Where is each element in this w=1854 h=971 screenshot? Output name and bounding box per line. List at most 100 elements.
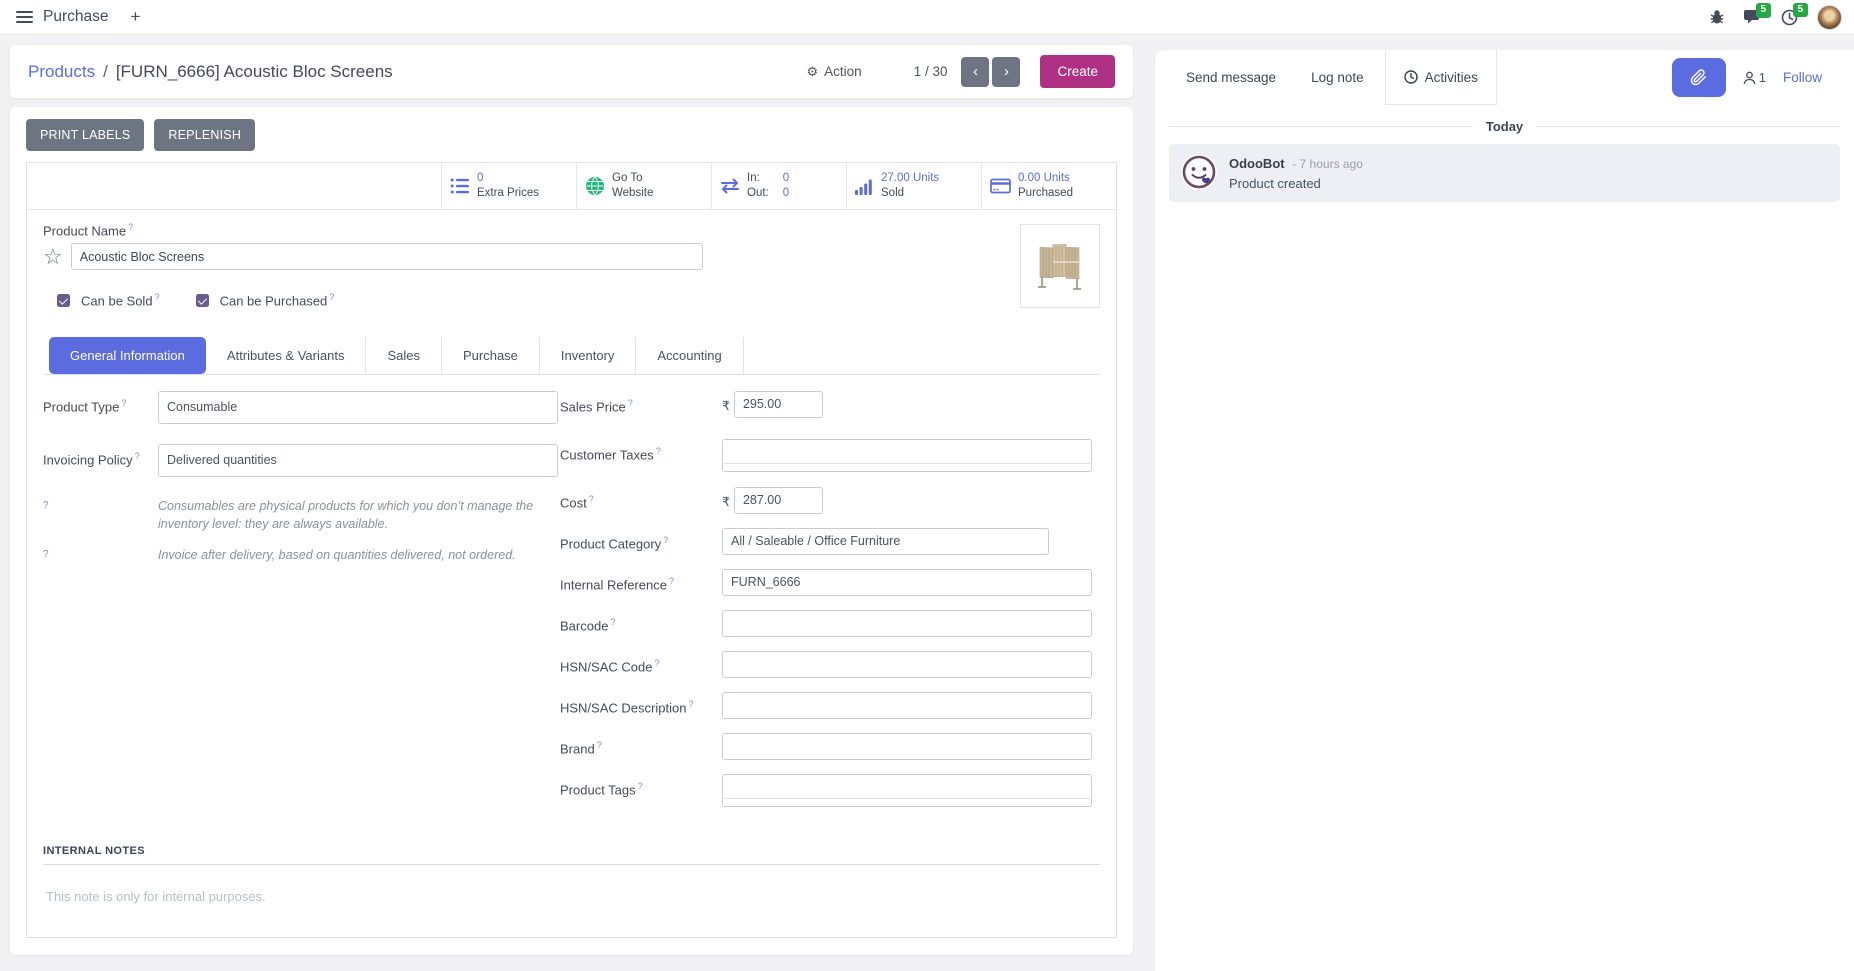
customer-taxes-input[interactable]	[722, 439, 1092, 472]
invoicing-policy-label: Invoicing Policy?	[43, 444, 158, 477]
clock-icon	[1404, 70, 1418, 84]
internal-reference-input[interactable]	[722, 569, 1092, 596]
follower-count: 1	[1759, 70, 1766, 85]
user-avatar[interactable]	[1817, 5, 1842, 30]
product-form: PRINT LABELS REPLENISH 0 Extra Prices	[10, 107, 1133, 955]
attach-files-button[interactable]	[1672, 58, 1726, 97]
internal-notes-section: INTERNAL NOTES This note is only for int…	[43, 845, 1100, 959]
checkbox-checked-icon	[57, 294, 70, 307]
control-panel: Products / [FURN_6666] Acoustic Bloc Scr…	[10, 45, 1133, 98]
sales-price-input[interactable]	[734, 391, 823, 418]
barcode-label: Barcode?	[560, 610, 722, 637]
globe-icon	[585, 176, 605, 196]
product-type-label: Product Type?	[43, 391, 158, 424]
stat-in-out[interactable]: In:0 Out:0	[711, 163, 846, 209]
product-tags-label: Product Tags?	[560, 774, 722, 807]
product-tags-input[interactable]	[722, 774, 1092, 807]
hamburger-menu-icon[interactable]	[16, 11, 33, 23]
record-pager: 1 / 30	[914, 64, 948, 79]
stat-units-purchased[interactable]: 0.00 Units Purchased	[981, 163, 1116, 209]
top-navbar: Purchase + 5 5	[0, 0, 1854, 35]
product-type-help: ? Consumables are physical products for …	[43, 497, 560, 535]
stat-extra-prices[interactable]: 0 Extra Prices	[441, 163, 576, 209]
main-panel: Products / [FURN_6666] Acoustic Bloc Scr…	[10, 45, 1133, 955]
control-panel-right: ⚙ Action 1 / 30 ‹ › Create	[807, 55, 1116, 88]
form-right-column: Sales Price? ₹ Customer Taxes? Cost? ₹	[560, 391, 1108, 821]
message-text: Product created	[1229, 174, 1363, 194]
favorite-star-icon[interactable]: ☆	[43, 246, 63, 268]
gear-icon: ⚙	[807, 64, 819, 80]
send-message-button[interactable]: Send message	[1186, 50, 1276, 105]
tab-inventory[interactable]: Inventory	[540, 337, 636, 374]
follower-person-icon	[1743, 71, 1756, 85]
internal-reference-label: Internal Reference?	[560, 569, 722, 596]
chatter-panel: Send message Log note Activities 1 Follo…	[1155, 50, 1854, 971]
tab-attributes-variants[interactable]: Attributes & Variants	[206, 337, 367, 374]
pager-next-button[interactable]: ›	[992, 57, 1020, 87]
invoicing-policy-input[interactable]	[158, 444, 558, 477]
stat-button-row: 0 Extra Prices Go To Website	[27, 163, 1116, 210]
hsn-sac-code-input[interactable]	[722, 651, 1092, 678]
breadcrumb-products-link[interactable]: Products	[28, 62, 95, 82]
bar-chart-icon	[855, 178, 874, 195]
paperclip-icon	[1690, 69, 1707, 86]
activities-clock-icon[interactable]: 5	[1781, 9, 1798, 26]
product-name-input[interactable]	[71, 243, 703, 270]
messages-count-badge: 5	[1756, 3, 1771, 18]
product-image[interactable]	[1020, 224, 1100, 308]
new-tab-icon[interactable]: +	[130, 7, 140, 27]
app-menu-purchase[interactable]: Purchase	[43, 8, 108, 26]
form-sheet: 0 Extra Prices Go To Website	[26, 162, 1117, 938]
debug-bug-icon[interactable]	[1709, 9, 1725, 25]
tab-purchase[interactable]: Purchase	[442, 337, 540, 374]
activities-button[interactable]: Activities	[1385, 50, 1497, 105]
transfer-arrows-icon	[720, 178, 740, 194]
product-category-input[interactable]	[722, 528, 1049, 555]
navbar-right: 5 5	[1709, 5, 1842, 30]
chatter-header-right: 1 Follow	[1672, 50, 1854, 105]
tab-general-information[interactable]: General Information	[49, 337, 206, 374]
brand-input[interactable]	[722, 733, 1092, 760]
brand-label: Brand?	[560, 733, 722, 760]
odoobot-avatar	[1180, 153, 1218, 191]
stat-units-sold[interactable]: 27.00 Units Sold	[846, 163, 981, 209]
pager-previous-button[interactable]: ‹	[961, 57, 989, 87]
currency-symbol: ₹	[722, 487, 730, 514]
form-header-buttons: PRINT LABELS REPLENISH	[26, 119, 1117, 151]
message-author[interactable]: OdooBot	[1229, 156, 1285, 171]
help-mark: ?	[128, 222, 133, 232]
cost-label: Cost?	[560, 487, 722, 514]
cost-input[interactable]	[734, 487, 823, 514]
log-note-button[interactable]: Log note	[1311, 50, 1364, 105]
chatter-message[interactable]: OdooBot - 7 hours ago Product created	[1169, 144, 1840, 202]
action-label: Action	[824, 64, 862, 79]
breadcrumb-separator: /	[103, 62, 108, 82]
product-type-input[interactable]	[158, 391, 558, 424]
can-be-purchased-checkbox[interactable]: Can be Purchased?	[196, 292, 335, 308]
internal-notes-header: INTERNAL NOTES	[43, 845, 1100, 865]
stat-go-to-website[interactable]: Go To Website	[576, 163, 711, 209]
print-labels-button[interactable]: PRINT LABELS	[26, 119, 144, 151]
messages-icon[interactable]: 5	[1744, 9, 1762, 25]
create-button[interactable]: Create	[1040, 55, 1115, 88]
follow-button[interactable]: Follow	[1783, 70, 1822, 85]
invoicing-policy-help: ? Invoice after delivery, based on quant…	[43, 546, 560, 565]
chatter-header: Send message Log note Activities 1 Follo…	[1155, 50, 1854, 105]
tab-accounting[interactable]: Accounting	[636, 337, 743, 374]
date-divider: Today	[1169, 119, 1840, 134]
barcode-input[interactable]	[722, 610, 1092, 637]
breadcrumb-current: [FURN_6666] Acoustic Bloc Screens	[116, 62, 393, 82]
can-be-sold-checkbox[interactable]: Can be Sold?	[57, 292, 160, 308]
checkbox-checked-icon	[196, 294, 209, 307]
tab-sales[interactable]: Sales	[366, 337, 442, 374]
replenish-button[interactable]: REPLENISH	[154, 119, 255, 151]
hsn-sac-description-input[interactable]	[722, 692, 1092, 719]
notebook-tabs: General Information Attributes & Variant…	[43, 337, 1100, 375]
customer-taxes-label: Customer Taxes?	[560, 439, 722, 472]
action-menu-button[interactable]: ⚙ Action	[807, 64, 862, 80]
internal-notes-editor[interactable]: This note is only for internal purposes.	[43, 889, 1100, 959]
form-left-column: Product Type? Invoicing Policy? ? Consum…	[43, 391, 560, 821]
sales-price-label: Sales Price?	[560, 391, 722, 418]
followers-button[interactable]: 1	[1743, 70, 1766, 85]
list-icon	[450, 177, 470, 195]
